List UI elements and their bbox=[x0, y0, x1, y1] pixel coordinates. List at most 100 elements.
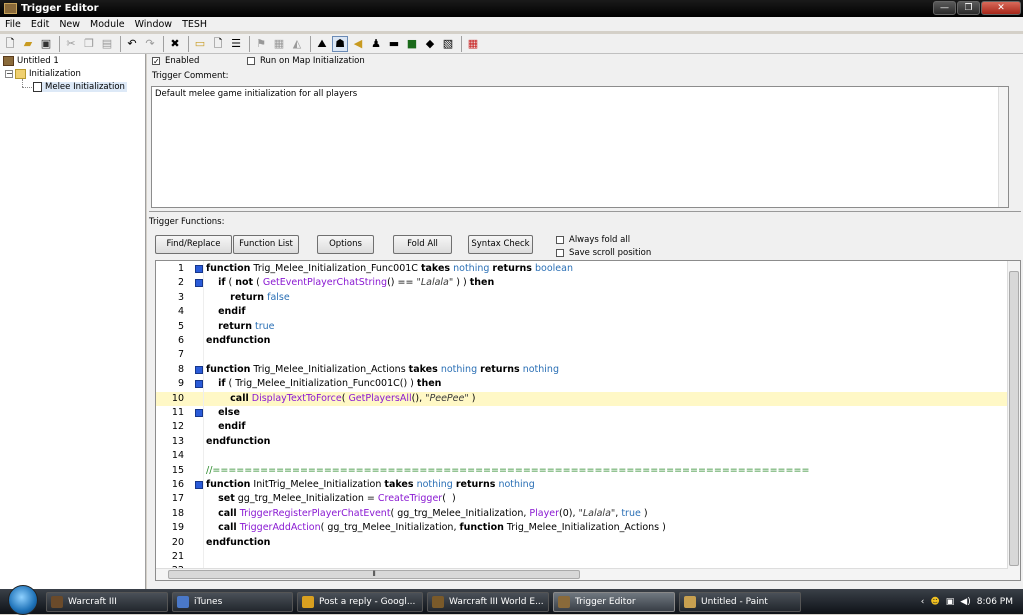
syntax-check-button[interactable]: Syntax Check bbox=[468, 235, 533, 254]
save-icon[interactable]: ▣ bbox=[38, 36, 54, 52]
code-line[interactable]: 17 set gg_trg_Melee_Initialization = Cre… bbox=[156, 492, 1008, 506]
new-event-icon[interactable]: ⚑ bbox=[253, 36, 269, 52]
code-line[interactable]: 10 call DisplayTextToForce( GetPlayersAl… bbox=[156, 391, 1008, 406]
delete-icon[interactable]: ✖ bbox=[167, 36, 183, 52]
function-list-button[interactable]: Function List bbox=[233, 235, 299, 254]
menu-module[interactable]: Module bbox=[85, 19, 130, 30]
run-on-map-init-checkbox[interactable]: Run on Map Initialization bbox=[247, 56, 365, 66]
options-button[interactable]: Options bbox=[317, 235, 374, 254]
code-line[interactable]: 21 bbox=[156, 550, 1008, 564]
code-line[interactable]: 1 function Trig_Melee_Initialization_Func… bbox=[156, 262, 1008, 276]
code-line[interactable]: 6 endfunction bbox=[156, 334, 1008, 348]
object-editor-icon[interactable]: ♟ bbox=[368, 36, 384, 52]
trigger-editor-icon[interactable]: ☗ bbox=[332, 35, 348, 52]
paste-icon[interactable]: ▤ bbox=[99, 36, 115, 52]
menu-window[interactable]: Window bbox=[130, 19, 177, 30]
fold-toggle-icon[interactable] bbox=[195, 409, 203, 417]
code-text: function Trig_Melee_Initialization_Func0… bbox=[206, 263, 573, 274]
fold-all-button[interactable]: Fold All bbox=[393, 235, 452, 254]
taskbar-item[interactable]: Trigger Editor bbox=[553, 591, 675, 612]
maximize-button[interactable]: ❐ bbox=[957, 1, 980, 15]
minimize-button[interactable]: — bbox=[933, 1, 956, 15]
open-folder-icon[interactable]: ▰ bbox=[20, 36, 36, 52]
code-line[interactable]: 4 endif bbox=[156, 305, 1008, 319]
taskbar-item[interactable]: Warcraft III bbox=[46, 591, 168, 612]
campaign-editor-icon[interactable]: ▬ bbox=[386, 36, 402, 52]
code-line[interactable]: 12 endif bbox=[156, 420, 1008, 434]
code-vertical-scroll-thumb[interactable] bbox=[1009, 271, 1019, 566]
fold-toggle-icon[interactable] bbox=[195, 481, 203, 489]
new-action-icon[interactable]: ◭ bbox=[289, 36, 305, 52]
menu-edit[interactable]: Edit bbox=[26, 19, 54, 30]
menu-new[interactable]: New bbox=[54, 19, 85, 30]
menu-tesh[interactable]: TESH bbox=[177, 19, 212, 30]
comment-textarea[interactable]: Default melee game initialization for al… bbox=[151, 86, 1009, 208]
close-button[interactable]: ✕ bbox=[981, 1, 1021, 15]
code-line[interactable]: 20 endfunction bbox=[156, 536, 1008, 550]
new-map-icon[interactable]: 🗋 bbox=[2, 36, 18, 52]
menu-file[interactable]: File bbox=[0, 19, 26, 30]
run-on-map-init-check-box[interactable] bbox=[247, 57, 255, 65]
code-line[interactable]: 16 function InitTrig_Melee_Initialization… bbox=[156, 478, 1008, 492]
copy-icon[interactable]: ❐ bbox=[81, 36, 97, 52]
taskbar-item[interactable]: Warcraft III World E... bbox=[427, 591, 549, 612]
redo-icon[interactable]: ↷ bbox=[142, 36, 158, 52]
fold-toggle-icon[interactable] bbox=[195, 265, 203, 273]
tray-volume-icon[interactable]: ◀) bbox=[960, 597, 970, 607]
code-line[interactable]: 15 //====================================… bbox=[156, 464, 1008, 478]
new-comment-icon[interactable]: ☰ bbox=[228, 36, 244, 52]
code-line[interactable]: 5 return true bbox=[156, 320, 1008, 334]
code-line[interactable]: 7 bbox=[156, 348, 1008, 362]
save-scroll-position-check-box[interactable] bbox=[556, 249, 564, 257]
enabled-check-box[interactable]: ✓ bbox=[152, 57, 160, 66]
comment-scrollbar[interactable] bbox=[998, 87, 1008, 207]
code-line[interactable]: 13 endfunction bbox=[156, 435, 1008, 449]
enabled-checkbox[interactable]: ✓ Enabled bbox=[152, 56, 199, 66]
code-line[interactable]: 8 function Trig_Melee_Initialization_Acti… bbox=[156, 363, 1008, 377]
splitter[interactable] bbox=[149, 211, 1021, 214]
taskbar-item[interactable]: Post a reply - Googl... bbox=[297, 591, 423, 612]
code-horizontal-scrollbar[interactable]: ⦀ bbox=[156, 568, 1008, 580]
code-editor[interactable]: 1 function Trig_Melee_Initialization_Func… bbox=[155, 260, 1021, 581]
new-condition-icon[interactable]: ▦ bbox=[271, 36, 287, 52]
code-vertical-scrollbar[interactable] bbox=[1007, 261, 1020, 580]
import-manager-icon[interactable]: ▧ bbox=[440, 36, 456, 52]
code-line[interactable]: 11 else bbox=[156, 406, 1008, 420]
cut-icon[interactable]: ✂ bbox=[63, 36, 79, 52]
terrain-editor-icon[interactable]: ⛰ bbox=[314, 36, 330, 52]
sound-editor-icon[interactable]: ◀ bbox=[350, 36, 366, 52]
collapse-toggle-icon[interactable]: − bbox=[5, 70, 13, 78]
tray-smiley-icon[interactable]: ☻ bbox=[930, 597, 939, 607]
clock[interactable]: 8:06 PM bbox=[977, 597, 1013, 607]
fold-toggle-icon[interactable] bbox=[195, 279, 203, 288]
fold-toggle-icon[interactable] bbox=[195, 380, 203, 389]
tree-category[interactable]: − Initialization bbox=[5, 69, 81, 79]
code-line[interactable]: 18 call TriggerRegisterPlayerChatEvent( … bbox=[156, 507, 1008, 521]
start-button[interactable] bbox=[8, 584, 38, 615]
test-map-icon[interactable]: ▦ bbox=[465, 36, 481, 52]
line-number: 20 bbox=[171, 536, 184, 548]
always-fold-all-checkbox[interactable]: Always fold all bbox=[556, 235, 630, 245]
tree-root[interactable]: Untitled 1 bbox=[3, 56, 59, 66]
fold-toggle-icon[interactable] bbox=[195, 365, 203, 374]
taskbar-app-icon bbox=[302, 595, 314, 608]
tray-expand-icon[interactable]: ‹ bbox=[921, 597, 925, 607]
taskbar-item[interactable]: iTunes bbox=[172, 591, 293, 612]
new-trigger-icon[interactable]: 🗋 bbox=[210, 36, 226, 52]
new-category-icon[interactable]: ▭ bbox=[192, 36, 208, 52]
taskbar-item[interactable]: Untitled - Paint bbox=[679, 591, 801, 612]
object-manager-icon[interactable]: ◆ bbox=[422, 36, 438, 52]
find-replace-button[interactable]: Find/Replace bbox=[155, 235, 232, 254]
code-horizontal-scroll-thumb[interactable]: ⦀ bbox=[168, 570, 580, 579]
save-scroll-position-checkbox[interactable]: Save scroll position bbox=[556, 248, 651, 258]
ai-editor-icon[interactable]: ■ bbox=[404, 36, 420, 52]
code-line[interactable]: 9 if ( Trig_Melee_Initialization_Func001… bbox=[156, 377, 1008, 391]
always-fold-all-check-box[interactable] bbox=[556, 236, 564, 244]
code-line[interactable]: 3 return false bbox=[156, 291, 1008, 305]
tray-network-icon[interactable]: ▣ bbox=[946, 597, 955, 607]
code-line[interactable]: 19 call TriggerAddAction( gg_trg_Melee_I… bbox=[156, 521, 1008, 535]
undo-icon[interactable]: ↶ bbox=[124, 36, 140, 52]
code-line[interactable]: 2 if ( not ( GetEventPlayerChatString() … bbox=[156, 276, 1008, 290]
tree-trigger[interactable]: Melee Initialization bbox=[33, 82, 127, 92]
code-line[interactable]: 14 bbox=[156, 449, 1008, 463]
